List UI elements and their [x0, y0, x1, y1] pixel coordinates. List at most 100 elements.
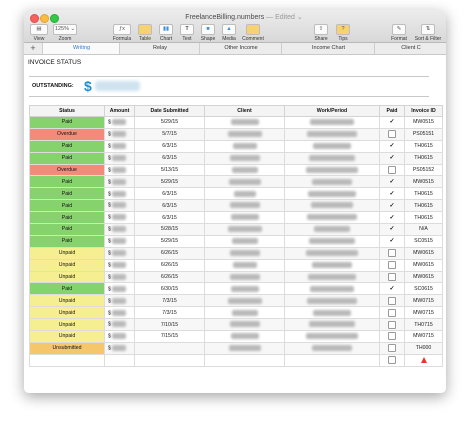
- paid-cell[interactable]: [379, 127, 405, 141]
- table-row[interactable]: Unpaid $7/3/15 MW0715: [29, 294, 443, 308]
- paid-cell[interactable]: ✓: [379, 139, 405, 153]
- share-button[interactable]: ⇪ Share: [312, 24, 330, 42]
- work-period-cell[interactable]: [284, 306, 380, 320]
- work-period-cell[interactable]: [284, 175, 380, 189]
- date-submitted-cell[interactable]: 5/13/15: [134, 163, 205, 177]
- invoice-id-cell[interactable]: MW0715: [404, 294, 443, 308]
- table-row[interactable]: Unpaid $6/26/15 MW0615: [29, 246, 443, 260]
- paid-checkbox-checked[interactable]: ✓: [388, 154, 396, 162]
- tab-relay[interactable]: Relay: [119, 43, 200, 54]
- client-cell[interactable]: [204, 211, 285, 225]
- table-row[interactable]: Unpaid $7/3/15 MW0715: [29, 306, 443, 320]
- date-submitted-cell[interactable]: 7/15/15: [134, 330, 205, 343]
- date-submitted-cell[interactable]: [134, 341, 205, 355]
- date-submitted-cell[interactable]: 6/3/15: [134, 187, 205, 201]
- table-row[interactable]: Paid $5/29/15 ✓ MW0515: [29, 175, 443, 189]
- work-period-cell[interactable]: [284, 246, 380, 260]
- client-cell[interactable]: [204, 282, 285, 296]
- paid-cell[interactable]: [379, 270, 405, 284]
- work-period-cell[interactable]: [284, 282, 380, 296]
- paid-cell[interactable]: ✓: [379, 116, 405, 129]
- table-row[interactable]: Unpaid $6/26/15 MW0615: [29, 258, 443, 272]
- table-row[interactable]: Paid $6/3/15 ✓ TH0615: [29, 139, 443, 153]
- client-cell[interactable]: [204, 330, 285, 343]
- table-row[interactable]: Paid $5/29/15 ✓ SC0515: [29, 234, 443, 248]
- paid-checkbox-checked[interactable]: ✓: [388, 237, 396, 245]
- paid-cell[interactable]: [379, 246, 405, 260]
- paid-checkbox[interactable]: [388, 344, 396, 353]
- media-button[interactable]: ▲ Media: [220, 24, 238, 42]
- client-cell[interactable]: [204, 246, 285, 260]
- status-cell[interactable]: Unpaid: [29, 270, 105, 284]
- tab-other-income[interactable]: Other Income: [199, 43, 282, 54]
- view-button[interactable]: ▤ View: [30, 24, 48, 42]
- text-button[interactable]: T Text: [178, 24, 196, 42]
- column-header-client[interactable]: Client: [204, 105, 285, 117]
- amount-cell[interactable]: $: [104, 258, 135, 272]
- paid-checkbox-checked[interactable]: ✓: [388, 142, 396, 150]
- status-cell[interactable]: Paid: [29, 199, 105, 213]
- amount-cell[interactable]: $: [104, 151, 135, 165]
- client-cell[interactable]: [204, 318, 285, 332]
- client-cell[interactable]: [204, 234, 285, 248]
- paid-checkbox[interactable]: [388, 130, 396, 139]
- paid-checkbox[interactable]: [388, 296, 396, 305]
- paid-cell[interactable]: [379, 341, 405, 355]
- amount-cell[interactable]: $: [104, 127, 135, 141]
- paid-cell[interactable]: ✓: [379, 151, 405, 165]
- table-row[interactable]: Paid $6/3/15 ✓ TH0615: [29, 151, 443, 165]
- work-period-cell[interactable]: [284, 318, 380, 332]
- invoice-id-cell[interactable]: TH0615: [404, 199, 443, 213]
- invoice-id-cell[interactable]: MW0615: [404, 246, 443, 260]
- paid-checkbox[interactable]: [388, 261, 396, 270]
- paid-cell[interactable]: [379, 306, 405, 320]
- date-submitted-cell[interactable]: 6/26/15: [134, 258, 205, 272]
- column-header-paid[interactable]: Paid: [379, 105, 405, 117]
- invoice-id-cell[interactable]: MW0515: [404, 175, 443, 189]
- table-row[interactable]: Overdue $5/7/15 PS05151: [29, 127, 443, 141]
- amount-cell[interactable]: $: [104, 306, 135, 320]
- paid-cell[interactable]: ✓: [379, 223, 405, 236]
- amount-cell[interactable]: $: [104, 318, 135, 332]
- paid-checkbox[interactable]: [388, 320, 396, 329]
- date-submitted-cell[interactable]: 6/3/15: [134, 211, 205, 225]
- status-cell[interactable]: Paid: [29, 211, 105, 225]
- table-row[interactable]: Paid $6/3/15 ✓ TH0615: [29, 187, 443, 201]
- sheet-canvas[interactable]: INVOICE STATUS OUTSTANDING: $ Status Amou…: [24, 55, 446, 393]
- table-row[interactable]: Unpaid $7/15/15 MW0715: [29, 330, 443, 343]
- client-cell[interactable]: [204, 163, 285, 177]
- paid-checkbox-checked[interactable]: ✓: [388, 285, 396, 293]
- zoom-select[interactable]: 125% ⌄: [53, 24, 77, 35]
- paid-cell[interactable]: ✓: [379, 187, 405, 201]
- invoice-id-cell[interactable]: SC0515: [404, 234, 443, 248]
- invoice-id-cell[interactable]: MW0615: [404, 258, 443, 272]
- paid-checkbox[interactable]: [388, 249, 396, 258]
- invoice-id-cell[interactable]: MW0515: [404, 116, 443, 129]
- client-cell[interactable]: [204, 116, 285, 129]
- date-submitted-cell[interactable]: 5/7/15: [134, 127, 205, 141]
- status-cell[interactable]: Unpaid: [29, 306, 105, 320]
- table-row[interactable]: Paid $5/28/15 ✓ N/A: [29, 223, 443, 236]
- table-row[interactable]: Unpaid $6/26/15 MW0615: [29, 270, 443, 284]
- paid-checkbox-checked[interactable]: ✓: [388, 178, 396, 186]
- status-cell[interactable]: Unpaid: [29, 330, 105, 343]
- client-cell[interactable]: [204, 187, 285, 201]
- status-cell[interactable]: Paid: [29, 234, 105, 248]
- invoice-id-cell[interactable]: N/A: [404, 223, 443, 236]
- paid-cell[interactable]: [379, 330, 405, 343]
- client-cell[interactable]: [204, 139, 285, 153]
- invoice-id-cell[interactable]: SC0615: [404, 282, 443, 296]
- status-cell[interactable]: Unpaid: [29, 318, 105, 332]
- date-submitted-cell[interactable]: 5/29/15: [134, 175, 205, 189]
- paid-cell[interactable]: ✓: [379, 282, 405, 296]
- invoice-id-cell[interactable]: TH0615: [404, 151, 443, 165]
- amount-cell[interactable]: $: [104, 116, 135, 129]
- status-cell[interactable]: Paid: [29, 223, 105, 236]
- work-period-cell[interactable]: [284, 234, 380, 248]
- table-row[interactable]: Unsubmitted $ TH000: [29, 341, 443, 355]
- status-cell[interactable]: Unsubmitted: [29, 341, 105, 355]
- work-period-cell[interactable]: [284, 211, 380, 225]
- date-submitted-cell[interactable]: 6/26/15: [134, 270, 205, 284]
- comment-button[interactable]: Comment: [241, 24, 265, 42]
- work-period-cell[interactable]: [284, 199, 380, 213]
